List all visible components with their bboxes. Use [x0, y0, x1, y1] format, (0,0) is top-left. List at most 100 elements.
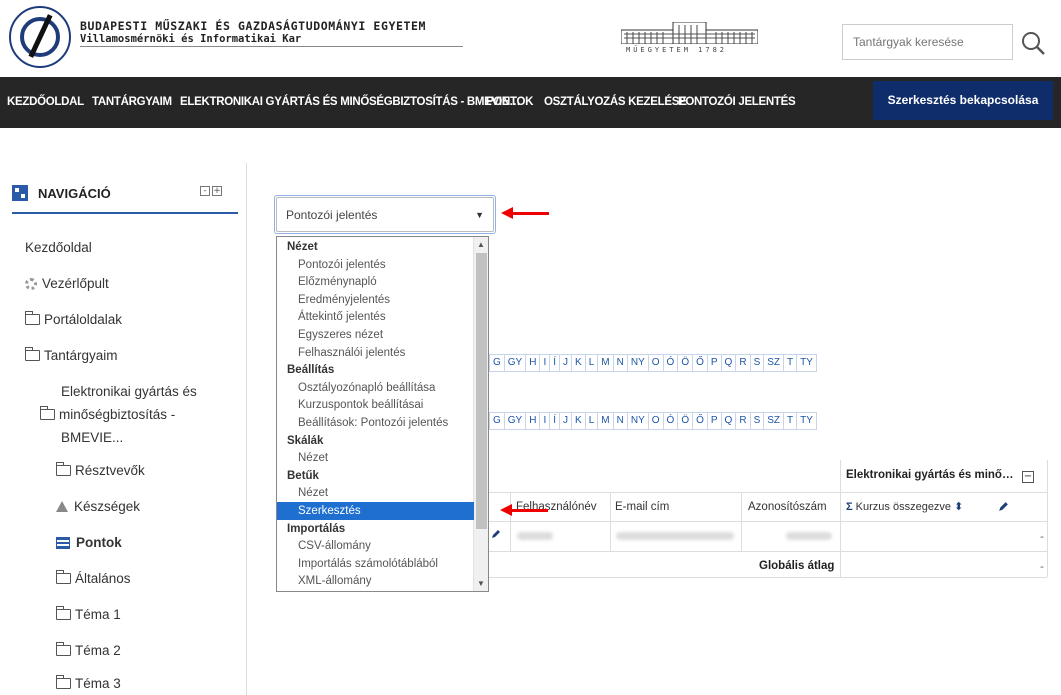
dropdown-option[interactable]: Szerkesztés [277, 502, 474, 520]
sort-icon[interactable]: ⬍ [954, 501, 963, 513]
sidebar-item-my-courses[interactable]: Tantárgyaim [24, 347, 118, 363]
initial-filter-letter[interactable]: Ö [677, 412, 694, 430]
turn-editing-on-button[interactable]: Szerkesztés bekapcsolása [873, 81, 1053, 120]
university-logo[interactable] [9, 6, 71, 68]
nav-my-courses[interactable]: TANTÁRGYAIM [92, 77, 172, 128]
sidebar-item-course-line1[interactable]: Elektronikai gyártás és [61, 384, 197, 399]
initial-filter-letter[interactable]: M [597, 354, 614, 372]
initial-filter-letter[interactable]: H [525, 354, 541, 372]
scroll-up-icon[interactable]: ▲ [477, 240, 485, 249]
collapse-column-icon[interactable]: − [1022, 471, 1034, 483]
column-id-number[interactable]: Azonosítószám [748, 493, 827, 521]
column-course-total[interactable]: Σ Kurzus összegezve ⬍ [846, 493, 963, 521]
dropdown-option[interactable]: Nézet [277, 449, 474, 467]
initial-filter-letter[interactable]: L [584, 412, 599, 430]
sidebar-item-home[interactable]: Kezdőoldal [25, 240, 92, 255]
initial-filter-letter[interactable]: N [612, 354, 628, 372]
dropdown-option[interactable]: Osztályozónapló beállítása [277, 379, 474, 397]
column-email[interactable]: E-mail cím [615, 493, 669, 521]
initial-filter-letter[interactable]: G [489, 412, 505, 430]
initial-filter-letter[interactable]: P [706, 354, 722, 372]
dropdown-option[interactable]: Pontozói jelentés [277, 256, 474, 274]
sidebar-item-general[interactable]: Általános [55, 570, 131, 586]
dropdown-option[interactable]: XML-állomány [277, 572, 474, 590]
initial-filter-letter[interactable]: L [584, 354, 599, 372]
initial-filter-letter[interactable]: H [525, 412, 541, 430]
nav-grader-report[interactable]: PONTOZÓI JELENTÉS [678, 77, 796, 128]
initial-filter-letter[interactable]: Ő [692, 354, 708, 372]
sidebar-item-grades[interactable]: Pontok [56, 535, 122, 550]
folder-icon [55, 675, 71, 689]
initial-filter-letter[interactable]: NY [626, 412, 649, 430]
edit-pencil-icon[interactable] [997, 500, 1010, 513]
initial-filter-letter[interactable]: S [749, 412, 765, 430]
sidebar-item-participants[interactable]: Résztvevők [55, 462, 145, 478]
course-column-header[interactable]: Elektronikai gyártás és minő… [846, 469, 1013, 481]
initial-filter-letter[interactable]: O [647, 412, 664, 430]
dropdown-option[interactable]: Nézet [277, 484, 474, 502]
nav-grades[interactable]: PONTOK [486, 77, 533, 128]
dropdown-option[interactable]: Kurzuspontok beállításai [277, 396, 474, 414]
scroll-down-icon[interactable]: ▼ [477, 579, 485, 588]
sidebar-item-topic-3[interactable]: Téma 3 [55, 675, 121, 691]
initial-filter-letter[interactable]: T [783, 354, 798, 372]
dropdown-option[interactable]: Beállítások: Pontozói jelentés [277, 414, 474, 432]
initial-filter-letter[interactable]: N [612, 412, 628, 430]
dropdown-option[interactable]: Áttekintő jelentés [277, 308, 474, 326]
initial-filter-letter[interactable]: G [489, 354, 505, 372]
sidebar-item-label: Általános [75, 571, 131, 586]
sidebar-item-topic-1[interactable]: Téma 1 [55, 606, 121, 622]
column-username[interactable]: Felhasználónév [516, 493, 597, 521]
report-type-dropdown-list[interactable]: ▲ ▼ Nézet Pontozói jelentés Előzménynapló E… [276, 236, 489, 592]
initial-filter-letter[interactable]: TY [796, 412, 817, 430]
sidebar-item-label: Pontok [76, 535, 122, 550]
course-search-input[interactable] [842, 24, 1013, 60]
collapse-all-icon[interactable]: - [200, 186, 210, 196]
sidebar-item-course-line2[interactable]: minőségbiztosítás - [39, 406, 175, 422]
initial-filter-letter[interactable]: R [735, 412, 751, 430]
initial-filter-letter[interactable]: M [597, 412, 614, 430]
initial-filter-letter[interactable]: Ó [662, 354, 679, 372]
initial-filter-letter[interactable]: Ó [662, 412, 679, 430]
initial-filter-letter[interactable]: T [783, 412, 798, 430]
sidebar-item-label: Résztvevők [75, 463, 145, 478]
initial-filter-letter[interactable]: NY [626, 354, 649, 372]
nav-home[interactable]: KEZDŐOLDAL [7, 77, 84, 128]
nav-grade-admin[interactable]: OSZTÁLYOZÁS KEZELÉSE [544, 77, 687, 128]
sidebar-item-topic-2[interactable]: Téma 2 [55, 642, 121, 658]
search-icon[interactable] [1016, 26, 1050, 60]
initial-filter-letter[interactable]: S [749, 354, 765, 372]
sidebar-item-course-line3[interactable]: BMEVIE... [61, 430, 123, 445]
initial-filter-letter[interactable]: K [571, 412, 586, 430]
dropdown-optgroup: Importálás [287, 522, 346, 535]
dropdown-option[interactable]: Előzménynapló [277, 273, 474, 291]
nav-current-course[interactable]: ELEKTRONIKAI GYÁRTÁS ÉS MINŐSÉGBIZTOSÍTÁ… [180, 77, 521, 128]
initial-filter-letter[interactable]: SZ [763, 412, 785, 430]
initial-filter-letter[interactable]: R [735, 354, 751, 372]
edit-pencil-icon[interactable] [490, 528, 502, 540]
initial-filter-letter[interactable]: GY [503, 412, 527, 430]
dropdown-option[interactable]: Egyszeres nézet [277, 326, 474, 344]
initial-filter-letter[interactable]: SZ [763, 354, 785, 372]
initial-filter-letter[interactable]: Ö [677, 354, 694, 372]
initial-filter-letter[interactable]: Q [720, 412, 737, 430]
dropdown-scrollbar[interactable]: ▲ ▼ [473, 237, 488, 591]
expand-all-icon[interactable]: + [212, 186, 222, 196]
report-type-select[interactable]: Pontozói jelentés ▼ [276, 197, 494, 232]
initial-filter-letter[interactable]: Q [720, 354, 737, 372]
dropdown-option[interactable]: CSV-állomány [277, 537, 474, 555]
sidebar-item-dashboard[interactable]: Vezérlőpult [25, 276, 109, 291]
initial-filter-letter[interactable]: Ő [692, 412, 708, 430]
sidebar-item-competencies[interactable]: Készségek [56, 499, 140, 514]
initial-filter-letter[interactable]: GY [503, 354, 527, 372]
initial-filter-letter[interactable]: TY [796, 354, 817, 372]
dropdown-option[interactable]: Eredményjelentés [277, 291, 474, 309]
initial-filter-letter[interactable]: K [571, 354, 586, 372]
dropdown-option[interactable]: Felhasználói jelentés [277, 344, 474, 362]
block-collapse-controls[interactable]: - + [200, 186, 224, 197]
sidebar-item-site-pages[interactable]: Portáloldalak [24, 311, 122, 327]
dropdown-option[interactable]: Importálás számolótáblából [277, 555, 474, 573]
initial-filter-letter[interactable]: O [647, 354, 664, 372]
scrollbar-thumb[interactable] [476, 253, 487, 529]
initial-filter-letter[interactable]: P [706, 412, 722, 430]
